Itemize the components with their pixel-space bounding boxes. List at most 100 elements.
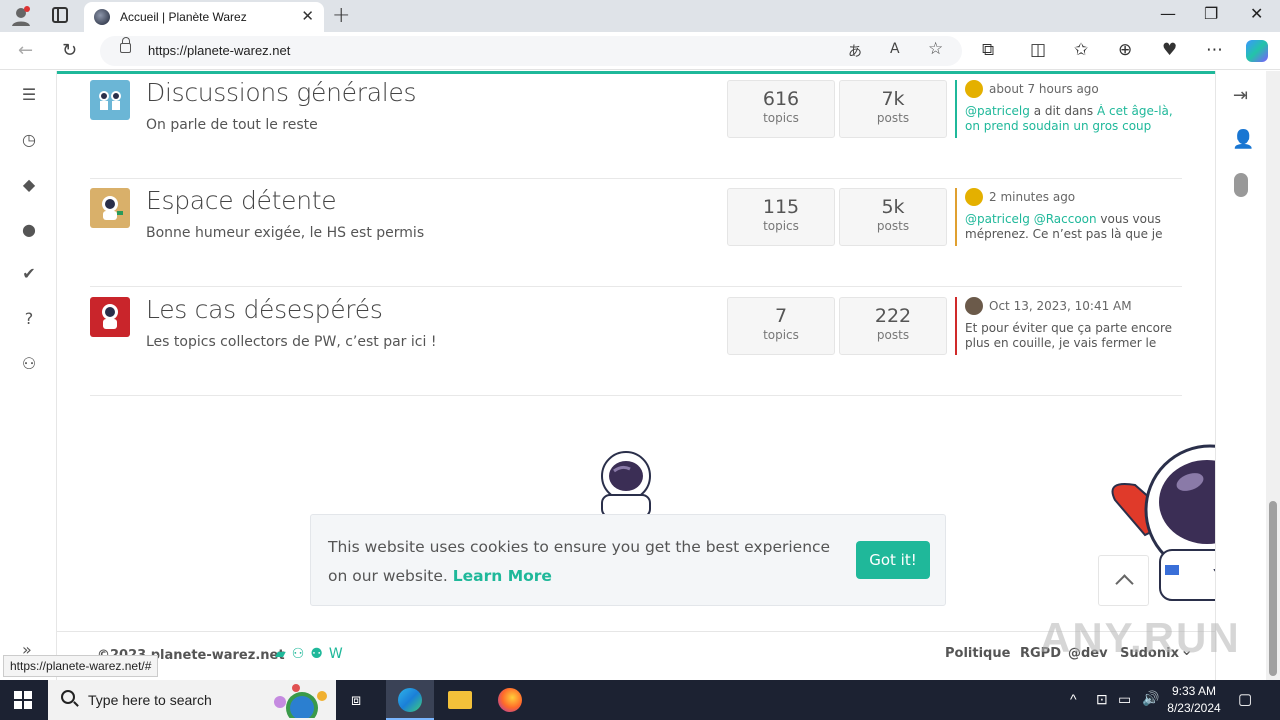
category-title[interactable]: Les cas désespérés <box>146 295 383 324</box>
topics-count: 7 topics <box>727 297 835 355</box>
clock-time[interactable]: 9:33 AM <box>1166 684 1222 698</box>
tray-overflow-icon[interactable]: ^ <box>1070 691 1077 707</box>
profile-icon[interactable] <box>10 5 32 27</box>
minimize-icon[interactable]: — <box>1160 4 1176 23</box>
posts-number: 5k <box>881 196 905 218</box>
last-post-text: a dit dans <box>1029 104 1097 118</box>
notifications-icon[interactable]: ▢ <box>1238 690 1252 708</box>
performance-icon[interactable]: ♥ <box>1162 40 1177 60</box>
tab-title: Accueil | Planète Warez <box>120 10 247 24</box>
tags-icon[interactable]: ◆ <box>20 176 38 194</box>
scroll-to-top-button[interactable] <box>1098 555 1149 606</box>
user-avatar[interactable] <box>965 297 983 315</box>
last-post-time[interactable]: about 7 hours ago <box>989 82 1099 96</box>
category-icon-astronaut-relax[interactable] <box>90 188 130 228</box>
close-tab-icon[interactable]: ✕ <box>301 7 314 25</box>
footer-link-politique[interactable]: Politique <box>945 646 1010 661</box>
last-post-text: Et pour éviter que ça parte encore plus … <box>965 321 1173 350</box>
login-icon[interactable]: ⇥ <box>1233 85 1248 106</box>
page-scrollbar[interactable] <box>1266 71 1280 680</box>
translate-icon[interactable]: あ <box>848 41 862 61</box>
recent-icon[interactable]: ◷ <box>20 131 38 149</box>
last-post[interactable]: Oct 13, 2023, 10:41 AM Et pour éviter qu… <box>955 297 1182 355</box>
windows-start-icon[interactable] <box>14 691 32 709</box>
restore-icon[interactable]: ❐ <box>1204 4 1218 23</box>
copilot-icon[interactable] <box>1246 40 1268 62</box>
last-post[interactable]: about 7 hours ago @patricelg a dit dans … <box>955 80 1182 138</box>
accept-cookies-button[interactable]: Got it! <box>856 541 930 579</box>
read-aloud-icon[interactable]: A <box>890 41 900 57</box>
help-question-icon[interactable]: ? <box>20 310 38 328</box>
solved-check-icon[interactable]: ✔ <box>20 265 38 283</box>
tab-actions-icon[interactable] <box>52 7 68 23</box>
posts-label: posts <box>876 219 910 233</box>
last-post-user[interactable]: @patricelg <box>965 104 1030 118</box>
url-text[interactable]: https://planete-warez.net <box>148 43 290 58</box>
more-menu-icon[interactable]: ⋯ <box>1206 40 1223 60</box>
last-post-user[interactable]: @patricelg @Raccoon <box>965 212 1097 226</box>
topics-label: topics <box>763 219 799 233</box>
cookie-banner: This website uses cookies to ensure you … <box>310 514 946 606</box>
category-icon-astronauts[interactable] <box>90 80 130 120</box>
search-highlight-icon <box>274 684 327 718</box>
register-user-icon[interactable]: 👤 <box>1232 129 1254 150</box>
topics-number: 115 <box>762 196 800 218</box>
firefox-icon[interactable] <box>486 680 534 720</box>
clock-date[interactable]: 8/23/2024 <box>1166 701 1222 715</box>
url-bar[interactable]: https://planete-warez.net あ A ☆ <box>100 36 962 66</box>
status-bar-url: https://planete-warez.net/# <box>3 655 159 677</box>
popular-fire-icon[interactable]: ● <box>20 221 38 239</box>
split-screen-icon[interactable]: ◫ <box>1030 40 1046 60</box>
topics-number: 616 <box>762 88 800 110</box>
taskbar-search[interactable]: Type here to search <box>48 680 336 720</box>
scrollbar-thumb[interactable] <box>1269 501 1277 676</box>
lock-icon[interactable] <box>120 37 131 53</box>
left-sidebar: ☰ ◷ ◆ ● ✔ ? ⚇ <box>0 71 57 680</box>
new-tab-icon[interactable]: + <box>332 3 350 28</box>
close-window-icon[interactable]: ✕ <box>1250 4 1263 23</box>
search-placeholder: Type here to search <box>88 692 212 708</box>
file-explorer-icon[interactable] <box>436 680 484 720</box>
extensions-icon[interactable]: ⧉ <box>982 40 994 60</box>
cookie-text: This website uses cookies to ensure you … <box>328 538 831 585</box>
learn-more-link[interactable]: Learn More <box>453 567 552 585</box>
edge-taskbar-icon[interactable] <box>386 680 434 720</box>
category-title[interactable]: Espace détente <box>146 186 337 215</box>
favorites-icon[interactable]: ✩ <box>1074 40 1088 60</box>
reload-icon[interactable]: ↻ <box>62 40 77 61</box>
back-icon[interactable]: ← <box>18 40 33 61</box>
topics-number: 7 <box>774 305 788 327</box>
favorite-star-icon[interactable]: ☆ <box>928 39 943 59</box>
biohazard-avatar[interactable] <box>965 80 983 98</box>
task-view-icon[interactable]: ⧈ <box>336 680 384 720</box>
biohazard-avatar[interactable] <box>965 188 983 206</box>
taskbar: Type here to search ⧈ ^ ⊡ ▭ 🔊 9:33 AM 8/… <box>0 680 1280 720</box>
category-description: Bonne humeur exigée, le HS est permis <box>146 225 425 241</box>
last-post[interactable]: 2 minutes ago @patricelg @Raccoon vous v… <box>955 188 1182 246</box>
category-row: Espace détente Bonne humeur exigée, le H… <box>90 179 1182 287</box>
site-favicon-icon <box>94 9 110 25</box>
last-post-time[interactable]: 2 minutes ago <box>989 190 1075 204</box>
volume-icon[interactable]: 🔊 <box>1142 690 1159 707</box>
network-icon[interactable]: ▭ <box>1118 691 1131 708</box>
posts-label: posts <box>876 111 910 125</box>
last-post-time[interactable]: Oct 13, 2023, 10:41 AM <box>989 299 1132 313</box>
footer-social-icons[interactable]: ▰⚇⚉W <box>275 646 349 662</box>
scroll-toggle-icon[interactable] <box>1234 173 1248 197</box>
collections-icon[interactable]: ⊕ <box>1118 40 1132 60</box>
meet-now-icon[interactable]: ⊡ <box>1096 691 1108 708</box>
topics-label: topics <box>763 111 799 125</box>
category-row: Discussions générales On parle de tout l… <box>90 71 1182 179</box>
astronaut-illustration <box>601 451 651 518</box>
category-title[interactable]: Discussions générales <box>146 78 416 107</box>
categories-icon[interactable]: ☰ <box>20 86 38 104</box>
right-sidebar: ⇥ 👤 <box>1215 71 1266 680</box>
category-icon-astronaut-float[interactable] <box>90 297 130 337</box>
users-group-icon[interactable]: ⚇ <box>20 355 38 373</box>
posts-count: 222 posts <box>839 297 947 355</box>
category-row: Les cas désespérés Les topics collectors… <box>90 288 1182 396</box>
tab-active[interactable]: Accueil | Planète Warez ✕ <box>84 2 324 32</box>
topics-count: 616 topics <box>727 80 835 138</box>
category-description: Les topics collectors de PW, c’est par i… <box>146 334 437 350</box>
posts-count: 7k posts <box>839 80 947 138</box>
